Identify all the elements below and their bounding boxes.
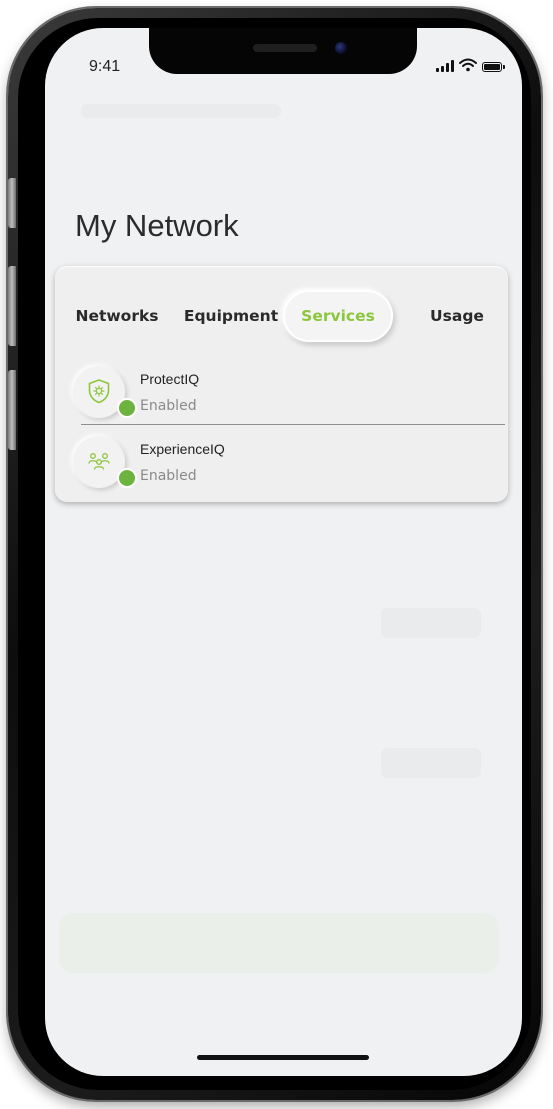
service-name: ExperienceIQ	[140, 441, 225, 457]
background-ghost	[81, 104, 281, 118]
battery-icon	[482, 62, 505, 72]
service-icon-button	[73, 366, 137, 418]
status-time: 9:41	[89, 58, 121, 75]
wifi-icon	[459, 58, 477, 72]
background-ghost	[381, 748, 481, 778]
screen: 9:41 My Network Networks Equipment Servi…	[45, 28, 522, 1076]
service-icon-button	[73, 436, 137, 488]
status-enabled-dot	[117, 468, 137, 488]
tab-usage[interactable]: Usage	[417, 290, 497, 342]
notch	[149, 28, 417, 74]
volume-down-button	[8, 370, 16, 450]
tab-bar: Networks Equipment Services Usage	[55, 290, 508, 342]
page-title: My Network	[75, 208, 239, 243]
tab-equipment[interactable]: Equipment	[181, 290, 281, 342]
people-icon	[88, 453, 110, 470]
volume-up-button	[8, 266, 16, 346]
mute-switch	[8, 178, 16, 228]
background-ghost	[59, 913, 499, 973]
divider	[81, 424, 505, 425]
status-icons	[436, 56, 505, 72]
service-row-experienceiq[interactable]: ExperienceIQ Enabled	[55, 430, 508, 496]
shield-icon	[88, 379, 110, 404]
home-indicator[interactable]	[197, 1055, 369, 1060]
background-ghost	[381, 608, 481, 638]
service-row-protectiq[interactable]: ProtectIQ Enabled	[55, 360, 508, 426]
service-status: Enabled	[140, 398, 197, 414]
services-card: Networks Equipment Services Usage Protec…	[55, 266, 508, 502]
camera	[335, 42, 347, 54]
service-name: ProtectIQ	[140, 371, 200, 387]
tab-services[interactable]: Services	[283, 290, 393, 342]
signal-icon	[436, 60, 454, 72]
tab-networks[interactable]: Networks	[71, 290, 163, 342]
service-status: Enabled	[140, 468, 197, 484]
speaker	[253, 44, 317, 52]
status-enabled-dot	[117, 398, 137, 418]
